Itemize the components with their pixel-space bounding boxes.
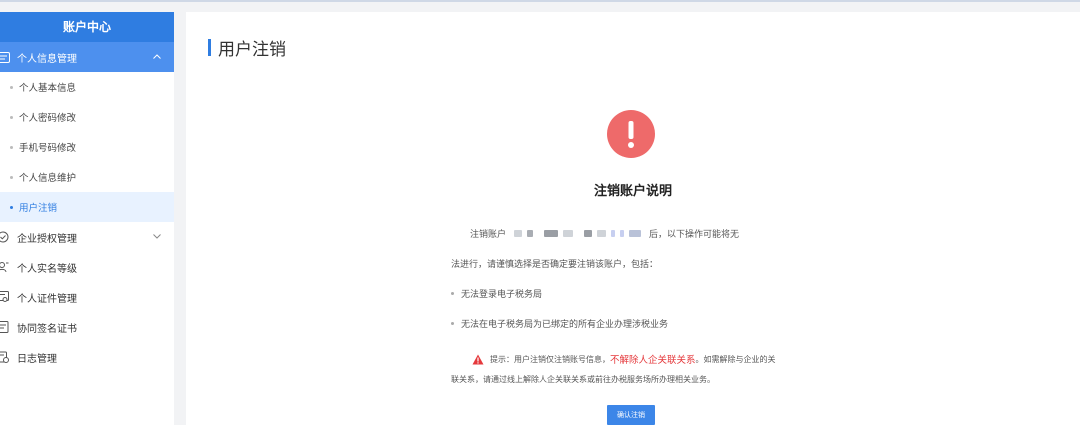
bullet-dot xyxy=(451,322,454,325)
sidebar-group-personal-info[interactable]: 个人信息管理 xyxy=(0,42,174,72)
sidebar-group-label: 日志管理 xyxy=(17,353,57,365)
sidebar-group-label: 协同签名证书 xyxy=(17,323,77,335)
sidebar-item-realname-level[interactable]: 个人实名等级 xyxy=(0,252,174,282)
notice-line-1: 注销账户 后，以下操作可能将无 xyxy=(470,227,739,240)
sidebar-group-label: 个人证件管理 xyxy=(17,293,77,305)
top-border xyxy=(0,0,1080,2)
sidebar-group-enterprise-auth[interactable]: 企业授权管理 xyxy=(0,222,174,252)
page-title: 用户注销 xyxy=(208,37,286,60)
sidebar-group-label: 个人实名等级 xyxy=(17,263,77,275)
certificate-icon xyxy=(0,290,10,304)
notice-suffix: 后，以下操作可能将无 xyxy=(649,230,740,240)
tip-suffix: 。如需解除与企业的关 xyxy=(695,354,776,364)
sidebar-item-label: 个人信息维护 xyxy=(19,173,77,184)
warning-icon xyxy=(472,354,484,364)
sidebar-item-password[interactable]: 个人密码修改 xyxy=(0,102,174,132)
id-card-icon xyxy=(0,50,10,64)
sidebar-group-label: 个人信息管理 xyxy=(17,53,77,65)
sidebar-item-deregister[interactable]: 用户注销 xyxy=(0,192,174,222)
bullet-dot xyxy=(10,175,13,179)
title-accent-bar xyxy=(208,38,211,56)
check-circle-icon xyxy=(0,230,10,244)
bullet-dot xyxy=(10,115,13,119)
document-icon xyxy=(0,320,10,334)
consequence-text: 无法登录电子税务局 xyxy=(461,290,543,300)
bullet-dot xyxy=(451,292,454,295)
log-icon xyxy=(0,350,10,364)
consequence-item: 无法在电子税务局为已绑定的所有企业办理涉税业务 xyxy=(451,317,668,330)
sidebar-item-logs[interactable]: 日志管理 xyxy=(0,342,174,372)
sidebar-item-label: 用户注销 xyxy=(19,203,58,214)
bullet-dot xyxy=(10,205,13,209)
sidebar-item-label: 手机号码修改 xyxy=(19,143,77,154)
sidebar-item-certificates[interactable]: 个人证件管理 xyxy=(0,282,174,312)
sidebar-item-cosign-cert[interactable]: 协同签名证书 xyxy=(0,312,174,342)
redacted-account-name xyxy=(514,230,642,237)
page-title-text: 用户注销 xyxy=(218,39,286,60)
sidebar-item-label: 个人密码修改 xyxy=(19,113,77,124)
tip-line-2: 联关系，请通过线上解除人企关联关系或前往办税服务场所办理相关业务。 xyxy=(451,375,715,384)
notice-line-2: 法进行，请谨慎选择是否确定要注销该账户，包括： xyxy=(451,260,659,270)
bullet-dot xyxy=(10,85,13,89)
sidebar-item-basic-info[interactable]: 个人基本信息 xyxy=(0,72,174,102)
sidebar-item-label: 个人基本信息 xyxy=(19,83,77,94)
tip-line-1: 提示：用户注销仅注销账号信息， 不解除人企关联关系 。如需解除与企业的关 xyxy=(472,352,776,366)
consequence-text: 无法在电子税务局为已绑定的所有企业办理涉税业务 xyxy=(461,320,669,330)
exclamation-icon xyxy=(607,110,655,158)
user-level-icon xyxy=(0,260,10,274)
section-title: 注销账户说明 xyxy=(593,184,672,199)
sidebar-item-phone[interactable]: 手机号码修改 xyxy=(0,132,174,162)
notice-prefix: 注销账户 xyxy=(470,230,507,240)
consequence-item: 无法登录电子税务局 xyxy=(451,287,542,300)
tip-highlight: 不解除人企关联关系 xyxy=(610,355,696,366)
sidebar-item-maintain[interactable]: 个人信息维护 xyxy=(0,162,174,192)
bullet-dot xyxy=(10,145,13,149)
chevron-up-icon xyxy=(152,51,162,61)
sidebar-group-label: 企业授权管理 xyxy=(17,233,77,245)
chevron-down-icon xyxy=(152,231,162,241)
sidebar: 账户中心 个人信息管理 个人基本信息 个人密码修改 手机号码修改 个人信息维护 … xyxy=(0,12,174,425)
confirm-deregister-button[interactable]: 确认注销 xyxy=(607,405,655,425)
sidebar-title: 账户中心 xyxy=(0,12,174,42)
tip-prefix: 提示：用户注销仅注销账号信息， xyxy=(490,354,610,364)
main-panel: 用户注销 注销账户说明 注销账户 后，以下操作可能将无 法进行，请谨慎选择是否确… xyxy=(186,12,1080,425)
